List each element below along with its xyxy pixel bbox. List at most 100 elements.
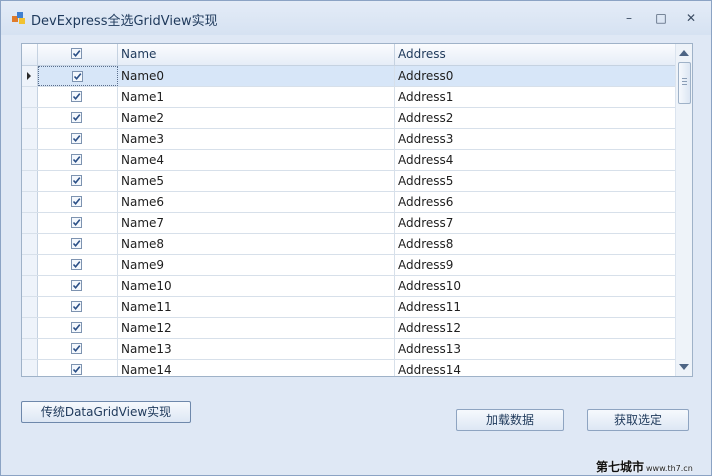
address-cell[interactable]: Address2 <box>395 108 676 128</box>
row-checkbox[interactable] <box>71 175 82 186</box>
select-cell[interactable] <box>38 339 118 359</box>
address-cell[interactable]: Address0 <box>395 66 676 86</box>
name-cell[interactable]: Name3 <box>118 129 395 149</box>
close-button[interactable]: ✕ <box>680 9 702 27</box>
address-cell[interactable]: Address7 <box>395 213 676 233</box>
name-cell[interactable]: Name9 <box>118 255 395 275</box>
name-cell[interactable]: Name13 <box>118 339 395 359</box>
table-row[interactable]: Name12 Address12 <box>22 318 676 339</box>
row-indicator[interactable] <box>22 234 38 254</box>
name-cell[interactable]: Name0 <box>118 66 395 86</box>
row-checkbox[interactable] <box>71 154 82 165</box>
address-cell[interactable]: Address3 <box>395 129 676 149</box>
name-cell[interactable]: Name4 <box>118 150 395 170</box>
row-indicator[interactable] <box>22 192 38 212</box>
row-indicator[interactable] <box>22 339 38 359</box>
address-cell[interactable]: Address13 <box>395 339 676 359</box>
column-header-address[interactable]: Address <box>395 44 676 65</box>
select-cell[interactable] <box>38 129 118 149</box>
row-checkbox[interactable] <box>71 196 82 207</box>
table-row[interactable]: Name5 Address5 <box>22 171 676 192</box>
row-checkbox[interactable] <box>71 112 82 123</box>
row-checkbox[interactable] <box>71 133 82 144</box>
get-selected-button[interactable]: 获取选定 <box>587 409 689 431</box>
table-row[interactable]: Name7 Address7 <box>22 213 676 234</box>
row-checkbox[interactable] <box>71 259 82 270</box>
name-cell[interactable]: Name8 <box>118 234 395 254</box>
column-header-name[interactable]: Name <box>118 44 395 65</box>
table-row[interactable]: Name0 Address0 <box>22 66 676 87</box>
address-cell[interactable]: Address5 <box>395 171 676 191</box>
name-cell[interactable]: Name6 <box>118 192 395 212</box>
scroll-up-icon[interactable] <box>679 50 689 56</box>
select-cell[interactable] <box>38 360 118 376</box>
row-checkbox[interactable] <box>71 364 82 375</box>
row-checkbox[interactable] <box>71 238 82 249</box>
row-checkbox[interactable] <box>71 322 82 333</box>
select-cell[interactable] <box>38 276 118 296</box>
load-data-button[interactable]: 加载数据 <box>456 409 564 431</box>
select-cell[interactable] <box>38 213 118 233</box>
table-row[interactable]: Name14 Address14 <box>22 360 676 376</box>
select-cell[interactable] <box>38 171 118 191</box>
scroll-down-icon[interactable] <box>679 364 689 370</box>
table-row[interactable]: Name4 Address4 <box>22 150 676 171</box>
name-cell[interactable]: Name2 <box>118 108 395 128</box>
row-indicator[interactable] <box>22 171 38 191</box>
table-row[interactable]: Name2 Address2 <box>22 108 676 129</box>
row-indicator[interactable] <box>22 66 38 86</box>
name-cell[interactable]: Name7 <box>118 213 395 233</box>
select-cell[interactable] <box>38 66 118 86</box>
title-bar[interactable]: DevExpress全选GridView实现 – □ ✕ <box>1 1 711 35</box>
table-row[interactable]: Name8 Address8 <box>22 234 676 255</box>
grid-view[interactable]: Name Address Name0 Address0 Name1 Address1 N… <box>21 43 693 377</box>
table-row[interactable]: Name11 Address11 <box>22 297 676 318</box>
name-cell[interactable]: Name5 <box>118 171 395 191</box>
address-cell[interactable]: Address11 <box>395 297 676 317</box>
address-cell[interactable]: Address12 <box>395 318 676 338</box>
address-cell[interactable]: Address1 <box>395 87 676 107</box>
row-checkbox[interactable] <box>71 91 82 102</box>
name-cell[interactable]: Name1 <box>118 87 395 107</box>
row-checkbox[interactable] <box>71 301 82 312</box>
name-cell[interactable]: Name12 <box>118 318 395 338</box>
select-cell[interactable] <box>38 318 118 338</box>
header-select-all-cell[interactable] <box>38 44 118 65</box>
table-row[interactable]: Name10 Address10 <box>22 276 676 297</box>
row-indicator[interactable] <box>22 108 38 128</box>
table-row[interactable]: Name9 Address9 <box>22 255 676 276</box>
scrollbar-thumb[interactable] <box>678 62 691 104</box>
name-cell[interactable]: Name11 <box>118 297 395 317</box>
address-cell[interactable]: Address14 <box>395 360 676 376</box>
row-indicator[interactable] <box>22 318 38 338</box>
vertical-scrollbar[interactable] <box>675 44 692 376</box>
table-row[interactable]: Name6 Address6 <box>22 192 676 213</box>
select-cell[interactable] <box>38 108 118 128</box>
row-checkbox[interactable] <box>72 71 83 82</box>
address-cell[interactable]: Address10 <box>395 276 676 296</box>
address-cell[interactable]: Address9 <box>395 255 676 275</box>
select-cell[interactable] <box>38 297 118 317</box>
select-cell[interactable] <box>38 255 118 275</box>
minimize-button[interactable]: – <box>618 9 640 27</box>
row-checkbox[interactable] <box>71 343 82 354</box>
row-indicator[interactable] <box>22 276 38 296</box>
table-row[interactable]: Name13 Address13 <box>22 339 676 360</box>
row-checkbox[interactable] <box>71 280 82 291</box>
row-indicator[interactable] <box>22 87 38 107</box>
row-indicator[interactable] <box>22 129 38 149</box>
address-cell[interactable]: Address4 <box>395 150 676 170</box>
address-cell[interactable]: Address8 <box>395 234 676 254</box>
datagridview-button[interactable]: 传统DataGridView实现 <box>21 401 191 423</box>
row-indicator[interactable] <box>22 297 38 317</box>
row-indicator[interactable] <box>22 255 38 275</box>
table-row[interactable]: Name3 Address3 <box>22 129 676 150</box>
name-cell[interactable]: Name10 <box>118 276 395 296</box>
row-checkbox[interactable] <box>71 217 82 228</box>
select-cell[interactable] <box>38 192 118 212</box>
row-indicator[interactable] <box>22 360 38 376</box>
select-cell[interactable] <box>38 234 118 254</box>
maximize-button[interactable]: □ <box>650 9 672 27</box>
name-cell[interactable]: Name14 <box>118 360 395 376</box>
row-indicator[interactable] <box>22 150 38 170</box>
